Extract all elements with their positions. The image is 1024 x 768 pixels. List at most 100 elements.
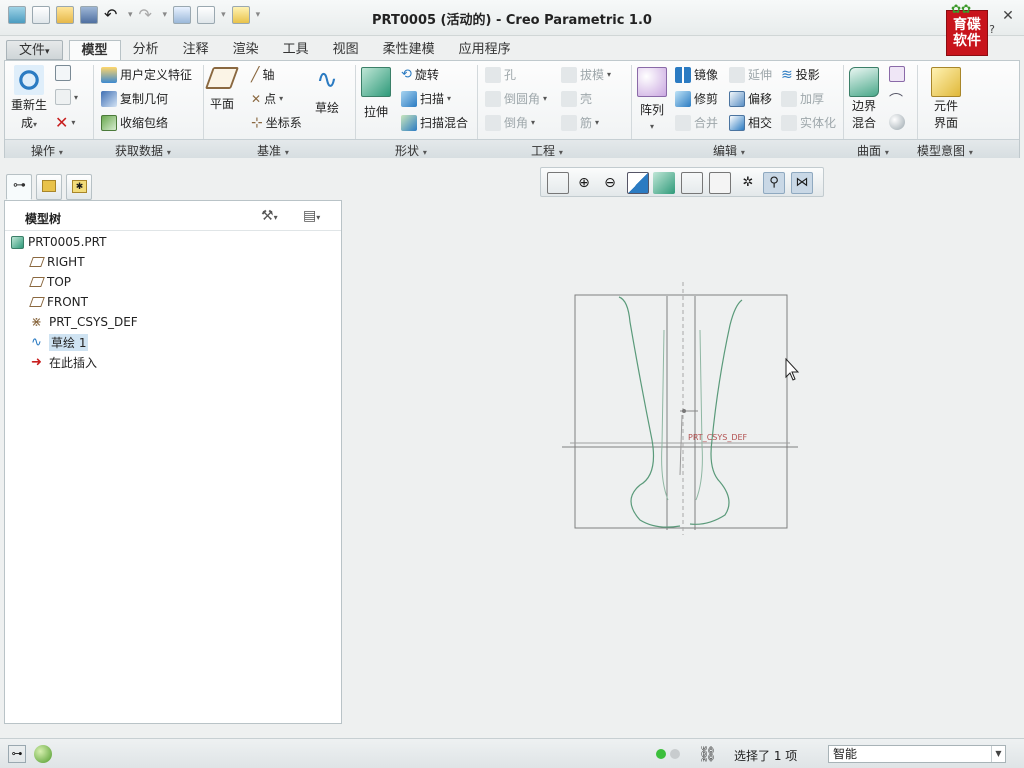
tree-node-csys[interactable]: ⋇ PRT_CSYS_DEF (31, 313, 138, 331)
tab-flexible-modeling[interactable]: 柔性建模 (371, 40, 447, 60)
extrude-button[interactable]: 拉伸 (361, 67, 391, 120)
repaint-icon[interactable] (627, 172, 649, 194)
tree-columns-button[interactable]: ▤▾ (303, 208, 320, 224)
tree-node-insert-here[interactable]: ➜ 在此插入 (31, 353, 97, 371)
paste-button[interactable]: ▾ (55, 89, 78, 105)
boundary-blend-button[interactable]: 边界 混合 (849, 67, 879, 131)
sketch-inner-left (661, 329, 669, 501)
intersect-button[interactable]: 相交 (729, 114, 772, 131)
saved-orientations-icon[interactable] (681, 172, 703, 194)
sketch-profile-right[interactable] (689, 299, 743, 525)
model-tree-tab[interactable]: ⊶ (6, 174, 32, 200)
mirror-button[interactable]: 镜像 (675, 66, 718, 83)
sketch-button[interactable]: ∿ 草绘 (315, 67, 339, 116)
group-shapes[interactable]: 形状 ▾ (395, 142, 427, 159)
round-button[interactable]: 倒圆角 ▾ (485, 90, 547, 107)
view-manager-icon[interactable] (709, 172, 731, 194)
display-style-icon[interactable] (653, 172, 675, 194)
pattern-button[interactable]: 阵列 ▾ (637, 67, 667, 131)
datum-display-icon[interactable]: ✲ (737, 172, 759, 194)
thicken-button[interactable]: 加厚 (781, 90, 824, 107)
copy-button[interactable] (55, 65, 71, 81)
tab-applications[interactable]: 应用程序 (447, 40, 523, 60)
datum-plane-icon (29, 297, 45, 307)
tab-model[interactable]: 模型 (68, 40, 121, 60)
axis-button[interactable]: ╱ 轴 (251, 66, 274, 83)
round-icon (485, 90, 501, 107)
shell-button[interactable]: 壳 (561, 90, 592, 107)
sketch-point[interactable] (682, 409, 686, 413)
group-editing[interactable]: 编辑 ▾ (713, 142, 745, 159)
rib-button[interactable]: 筋 ▾ (561, 114, 599, 131)
datum-plane-front[interactable] (574, 294, 788, 529)
group-operations[interactable]: 操作 ▾ (31, 142, 63, 159)
tab-view[interactable]: 视图 (321, 40, 371, 60)
revolve-button[interactable]: ⟲ 旋转 (401, 66, 439, 83)
sketch-profile-left[interactable] (618, 296, 681, 528)
shrinkwrap-icon (101, 114, 117, 131)
close-icon[interactable]: ✕ (1000, 8, 1016, 24)
chamfer-button[interactable]: 倒角 ▾ (485, 114, 535, 131)
regenerate-button[interactable]: 重新生 成▾ (11, 65, 47, 131)
favorites-icon: ✱ (72, 180, 87, 193)
tab-file[interactable]: 文件▾ (6, 40, 63, 60)
group-get-data[interactable]: 获取数据 ▾ (115, 142, 171, 159)
group-datum[interactable]: 基准 ▾ (257, 142, 289, 159)
status-light-2-icon (670, 749, 680, 759)
component-interface-button[interactable]: 元件 界面 (931, 67, 961, 131)
tree-node-front[interactable]: FRONT (29, 293, 88, 311)
datum-point-icon: ✕ (251, 91, 262, 106)
spin-center-icon[interactable]: ⚲ (763, 172, 785, 194)
tab-annotate[interactable]: 注释 (171, 40, 221, 60)
trim-button[interactable]: 修剪 (675, 90, 718, 107)
group-surfaces[interactable]: 曲面 ▾ (857, 142, 889, 159)
group-model-intent[interactable]: 模型意图 ▾ (917, 142, 973, 159)
group-engineering[interactable]: 工程 ▾ (531, 142, 563, 159)
csys-label: PRT_CSYS_DEF (688, 433, 748, 442)
tree-node-right[interactable]: RIGHT (29, 253, 85, 271)
zoom-out-icon[interactable]: ⊖ (599, 172, 621, 194)
tree-node-part[interactable]: PRT0005.PRT (11, 233, 106, 251)
model-tree-icon: ⊶ (13, 178, 26, 193)
zoom-in-icon[interactable]: ⊕ (573, 172, 595, 194)
datum-plane-icon (29, 257, 45, 267)
offset-button[interactable]: 偏移 (729, 90, 772, 107)
tab-render[interactable]: 渲染 (221, 40, 271, 60)
tree-node-top[interactable]: TOP (29, 273, 71, 291)
style-button[interactable] (889, 114, 905, 130)
find-icon[interactable]: ⛓ (698, 745, 717, 763)
selection-filter-dropdown[interactable]: 智能 ▼ (828, 745, 1006, 763)
extend-button[interactable]: 延伸 (729, 66, 772, 83)
boundary-blend-icon (849, 67, 879, 97)
part-icon (11, 235, 24, 249)
tree-settings-button[interactable]: ⚒▾ (261, 208, 278, 224)
refit-icon[interactable] (547, 172, 569, 194)
project-button[interactable]: ≋ 投影 (781, 66, 820, 83)
copy-geometry-button[interactable]: 复制几何 (101, 90, 168, 107)
solidify-button[interactable]: 实体化 (781, 114, 836, 131)
plane-button[interactable]: 平面 (204, 67, 240, 112)
user-defined-feature-button[interactable]: 用户定义特征 (101, 66, 192, 83)
draft-button[interactable]: 拔模 ▾ (561, 66, 611, 83)
datum-axis-icon: ╱ (251, 66, 260, 83)
navigator-toggle-icon[interactable]: ⊶ (8, 745, 26, 763)
favorites-tab[interactable]: ✱ (66, 174, 92, 200)
tree-node-sketch[interactable]: ∿ 草绘 1 (31, 333, 89, 351)
sweep-button[interactable]: 扫描 ▾ (401, 90, 451, 107)
delete-button[interactable]: ✕ ▾ (55, 113, 75, 132)
csys-button[interactable]: ⊹ 坐标系 (251, 114, 302, 131)
merge-button[interactable]: 合并 (675, 114, 718, 131)
shrinkwrap-button[interactable]: 收缩包络 (101, 114, 168, 131)
folder-browser-tab[interactable] (36, 174, 62, 200)
hole-button[interactable]: 孔 (485, 66, 516, 83)
tab-analysis[interactable]: 分析 (121, 40, 171, 60)
fill-button[interactable] (889, 66, 905, 82)
freestyle-button[interactable]: ⌒ (889, 90, 903, 110)
annotation-display-icon[interactable]: ⋈ (791, 172, 813, 194)
swept-blend-button[interactable]: 扫描混合 (401, 114, 468, 131)
tab-tools[interactable]: 工具 (271, 40, 321, 60)
component-interface-icon (931, 67, 961, 97)
browser-toggle-icon[interactable] (34, 745, 52, 763)
ribbon-tabs: 文件▾ 模型 分析 注释 渲染 工具 视图 柔性建模 应用程序 (0, 38, 1024, 60)
point-button[interactable]: ✕ 点 ▾ (251, 90, 283, 107)
